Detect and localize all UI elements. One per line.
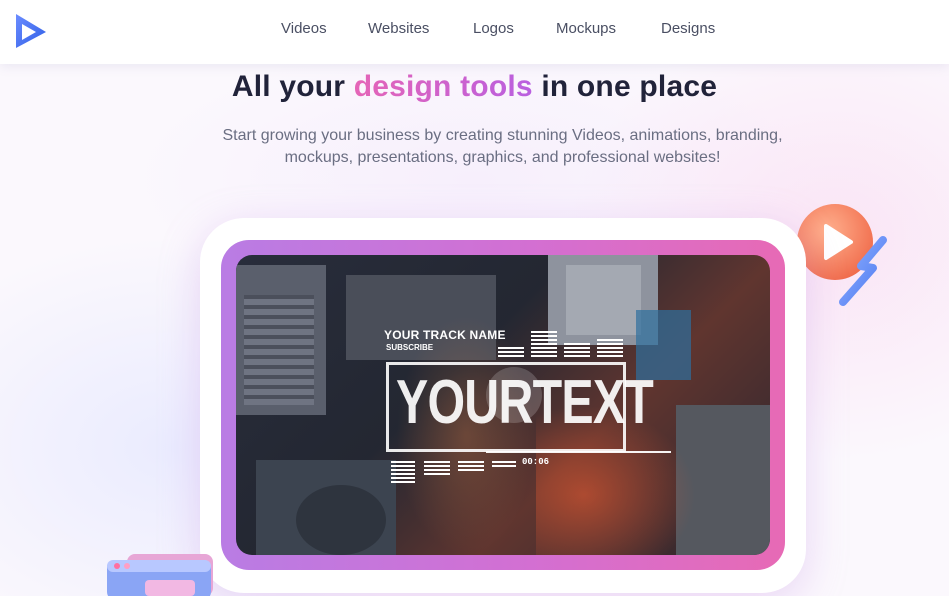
building [296,485,386,555]
main-nav: Videos Websites Logos Mockups Designs [0,20,949,40]
site-header: Videos Websites Logos Mockups Designs [0,0,949,64]
equalizer-bar [531,330,557,357]
nav-item-mockups[interactable]: Mockups [556,20,616,37]
equalizer-bar [597,339,623,357]
equalizer-bar [564,343,590,357]
equalizer-bar [498,347,524,357]
nav-item-websites[interactable]: Websites [368,20,429,37]
subscribe-text: SUBSCRIBE [386,343,434,352]
building [566,265,641,335]
browser-window-icon [107,554,213,596]
video-preview[interactable]: YOUR TRACK NAME SUBSCRIBE YOURTEXT 00:06 [236,255,770,555]
equalizer-bar [492,459,516,467]
equalizer-bar [458,459,484,471]
nav-item-designs[interactable]: Designs [661,20,715,37]
underline [486,451,671,453]
main-title-text: YOURTEXT [396,368,654,437]
nav-item-logos[interactable]: Logos [473,20,514,37]
headline-pre: All your [231,70,354,103]
headline-post: in one place [532,70,718,103]
play-circle-icon [797,204,887,306]
hero-subtitle: Start growing your business by creating … [222,127,783,166]
track-name-text: YOUR TRACK NAME [384,328,506,342]
building [244,295,314,405]
equalizer-bar [391,459,415,483]
headline-accent: design tools [353,70,533,103]
timestamp-text: 00:06 [522,457,550,467]
nav-item-videos[interactable]: Videos [281,20,327,37]
page-title: All your design tools in one place [0,70,949,104]
equalizer-bar [424,459,450,475]
